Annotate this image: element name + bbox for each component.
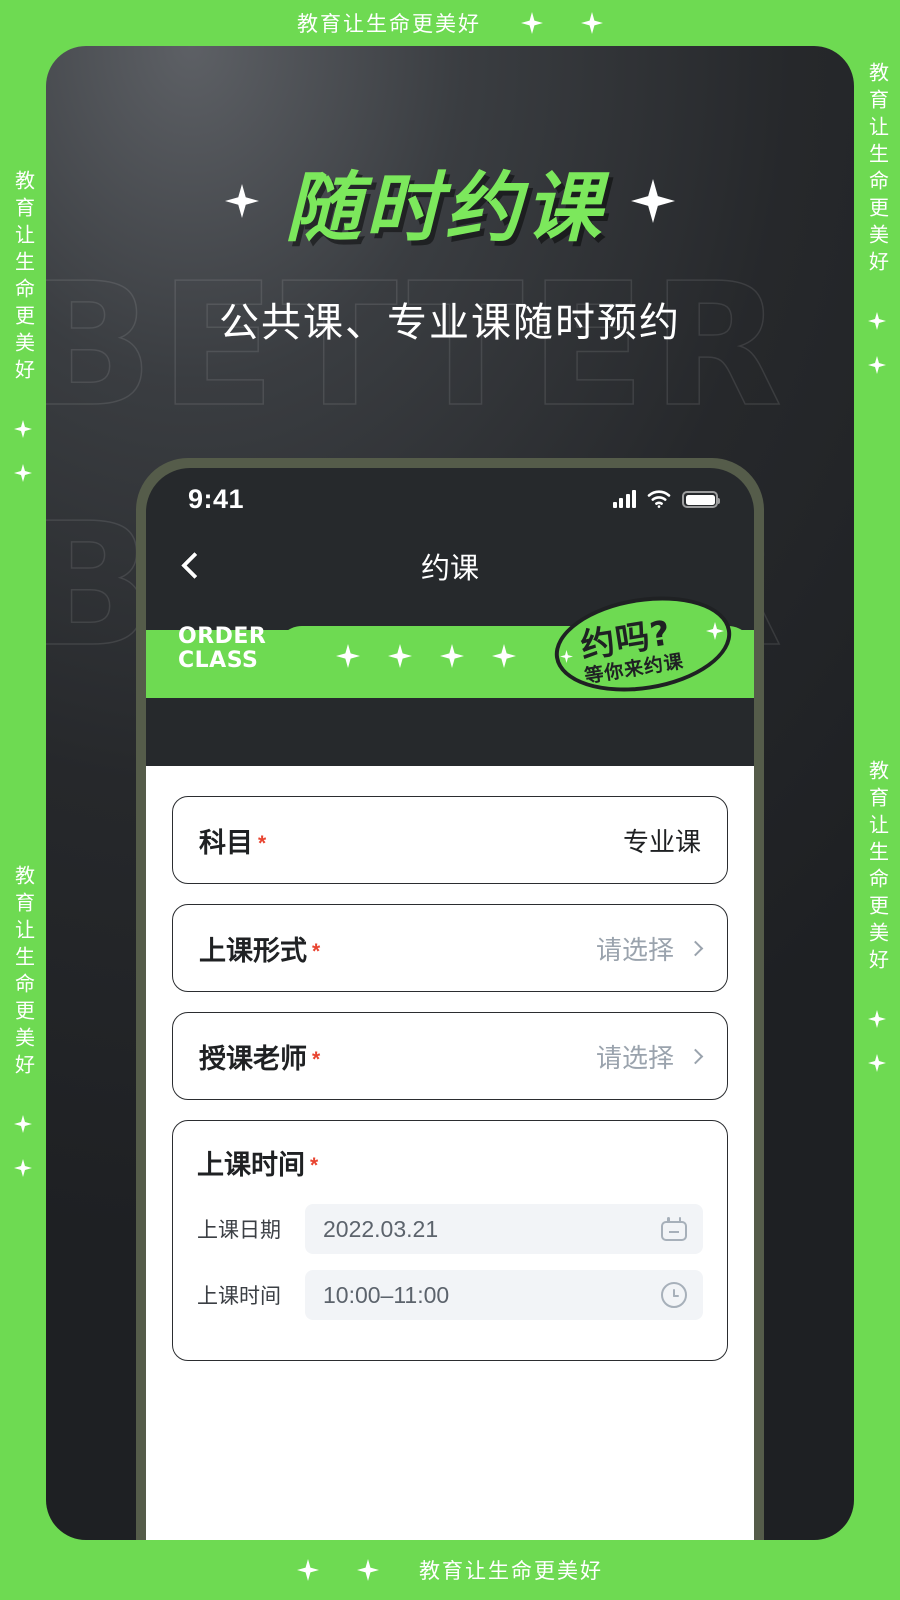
top-banner-strip: 教育让生命更美好 — [0, 0, 900, 46]
class-time-block: 上课时间 * 上课日期 2022.03.21 上课时间 10:00–11:00 — [172, 1120, 728, 1361]
right-rail-group-2: 教育让生命更美好 — [854, 760, 900, 1106]
required-marker: * — [312, 1047, 321, 1071]
star-icon — [14, 420, 32, 438]
order-line-1: ORDER — [178, 623, 267, 649]
top-star-group — [521, 12, 603, 34]
field-value: 专业课 — [622, 826, 701, 857]
clock-icon[interactable] — [661, 1282, 687, 1308]
star-icon — [297, 1559, 319, 1581]
star-icon — [521, 12, 543, 34]
hero-title-row: 随时约课 — [46, 146, 854, 256]
field-placeholder: 请选择 — [595, 1042, 674, 1073]
sparkle-star-icon — [336, 644, 360, 668]
class-date-row: 上课日期 2022.03.21 — [197, 1204, 703, 1254]
star-icon — [868, 312, 886, 330]
right-rail-slogan: 教育让生命更美好 — [865, 62, 888, 278]
sparkle-star-icon — [440, 644, 464, 668]
sparkle-star-icon — [631, 179, 675, 223]
sparkle-star-icon — [492, 644, 516, 668]
hero-section: 随时约课 公共课、专业课随时预约 — [46, 146, 854, 348]
field-teacher[interactable]: 授课老师 * 请选择 — [172, 1012, 728, 1100]
signal-bars-icon — [612, 490, 636, 508]
left-rail-group-1: 教育让生命更美好 — [0, 170, 46, 516]
star-icon — [14, 464, 32, 482]
order-class-banner: ORDER CLASS 约吗? 等你来约课 — [146, 584, 754, 704]
block-title: 上课时间 * — [197, 1150, 319, 1180]
required-marker: * — [310, 1154, 319, 1177]
nav-title: 约课 — [420, 553, 479, 585]
star-icon — [868, 1010, 886, 1028]
left-rail-stars — [14, 420, 32, 482]
chevron-right-icon — [687, 940, 704, 956]
star-icon — [868, 356, 886, 374]
right-rail-stars — [868, 1010, 886, 1072]
wifi-icon — [647, 490, 671, 508]
top-slogan: 教育让生命更美好 — [297, 13, 481, 36]
required-marker: * — [312, 939, 321, 963]
promo-badge: 约吗? 等你来约课 — [547, 584, 739, 704]
class-time-input[interactable]: 10:00–11:00 — [305, 1270, 703, 1320]
star-icon — [868, 1054, 886, 1072]
hero-title: 随时约课 — [285, 163, 605, 252]
field-label: 上课形式 * — [199, 935, 321, 966]
left-rail-group-2: 教育让生命更美好 — [0, 865, 46, 1211]
class-time-label: 上课时间 — [197, 1285, 281, 1308]
star-icon — [581, 12, 603, 34]
left-rail-slogan: 教育让生命更美好 — [11, 865, 34, 1081]
field-value-wrap: 请选择 — [595, 1038, 704, 1075]
bottom-slogan: 教育让生命更美好 — [419, 1560, 603, 1583]
bottom-star-group — [297, 1559, 379, 1581]
sparkle-star-icon — [225, 184, 259, 218]
class-date-input[interactable]: 2022.03.21 — [305, 1204, 703, 1254]
nav-bar: 约课 — [146, 530, 754, 602]
right-rail-slogan: 教育让生命更美好 — [865, 760, 888, 976]
field-subject[interactable]: 科目 * 专业课 — [172, 796, 728, 884]
star-icon — [14, 1115, 32, 1133]
status-icon-group — [612, 490, 720, 508]
class-date-value: 2022.03.21 — [323, 1215, 439, 1242]
phone-screen: 9:41 约课 ORDER CLASS 约吗? 等你来约课 科目 * 专业课 上… — [146, 468, 754, 1540]
hero-subtitle: 公共课、专业课随时预约 — [219, 301, 681, 345]
order-line-2: CLASS — [178, 648, 259, 674]
poster-background: 教育让生命更美好 教育让生命更美好 教育让生命更美好 教育让生命更美好 教育让生… — [0, 0, 900, 1600]
field-class-format[interactable]: 上课形式 * 请选择 — [172, 904, 728, 992]
class-date-label: 上课日期 — [197, 1219, 281, 1242]
chevron-right-icon — [687, 1048, 704, 1064]
right-rail-stars — [868, 312, 886, 374]
battery-icon — [682, 491, 720, 508]
phone-mockup: 9:41 约课 ORDER CLASS 约吗? 等你来约课 科目 * 专业课 上… — [136, 458, 764, 1540]
field-label: 科目 * — [199, 827, 267, 858]
field-placeholder: 请选择 — [595, 934, 674, 965]
star-icon — [357, 1559, 379, 1581]
field-value-wrap: 请选择 — [595, 930, 704, 967]
field-label: 授课老师 * — [199, 1043, 321, 1074]
star-icon — [14, 1159, 32, 1177]
right-rail-group-1: 教育让生命更美好 — [854, 62, 900, 408]
bottom-banner-strip: 教育让生命更美好 — [0, 1540, 900, 1600]
sparkle-star-icon — [388, 644, 412, 668]
banner-sparkle-group — [336, 644, 516, 668]
status-bar: 9:41 — [146, 468, 754, 530]
left-rail-stars — [14, 1115, 32, 1177]
dark-hero-card: BETTER BETTER 随时约课 公共课、专业课随时预约 9:41 — [46, 46, 854, 1540]
required-marker: * — [258, 831, 267, 855]
left-rail-slogan: 教育让生命更美好 — [11, 170, 34, 386]
class-time-value: 10:00–11:00 — [323, 1281, 450, 1308]
field-value-wrap: 专业课 — [623, 822, 701, 859]
order-class-text: ORDER CLASS — [178, 623, 267, 674]
status-time: 9:41 — [188, 483, 245, 514]
form-content: 科目 * 专业课 上课形式 * 请选择 授课老师 * 请选择 上课时间 * 上课… — [146, 766, 754, 1540]
class-time-row: 上课时间 10:00–11:00 — [197, 1270, 703, 1320]
calendar-icon[interactable] — [661, 1217, 687, 1241]
